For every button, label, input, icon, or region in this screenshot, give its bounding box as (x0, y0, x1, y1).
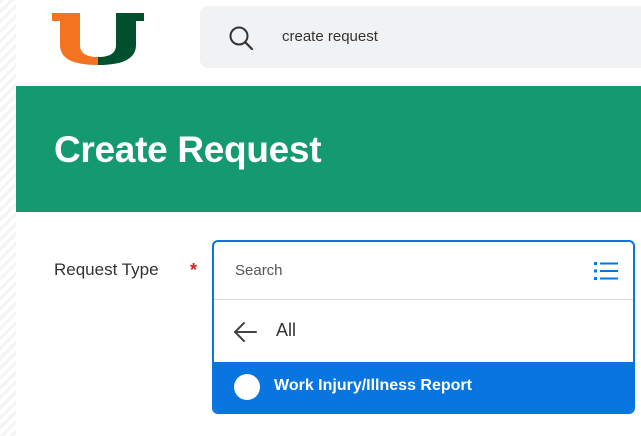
global-search-bar[interactable]: create request (200, 6, 641, 68)
search-icon (229, 26, 254, 51)
page-title: Create Request (54, 129, 322, 170)
dropdown-option[interactable]: Work Injury/Illness Report (214, 362, 633, 412)
edge-decoration (0, 0, 16, 436)
page-header: Create Request (16, 86, 641, 212)
university-logo-icon[interactable] (52, 13, 144, 65)
radio-button-icon[interactable] (234, 374, 260, 400)
back-to-all-option[interactable]: All (214, 301, 633, 362)
back-row-label: All (276, 320, 297, 340)
top-bar: create request (16, 0, 641, 86)
list-icon[interactable] (594, 260, 618, 282)
request-type-label: Request Type (54, 260, 159, 279)
required-indicator: * (190, 260, 198, 280)
dropdown-search-field[interactable]: Search (214, 242, 633, 300)
search-input-value[interactable]: create request (282, 28, 378, 45)
dropdown-search-placeholder[interactable]: Search (235, 262, 283, 279)
back-arrow-icon (234, 322, 257, 342)
option-label: Work Injury/Illness Report (274, 377, 472, 394)
request-type-dropdown[interactable]: Search All Work Injury/Illness Report (212, 240, 635, 414)
